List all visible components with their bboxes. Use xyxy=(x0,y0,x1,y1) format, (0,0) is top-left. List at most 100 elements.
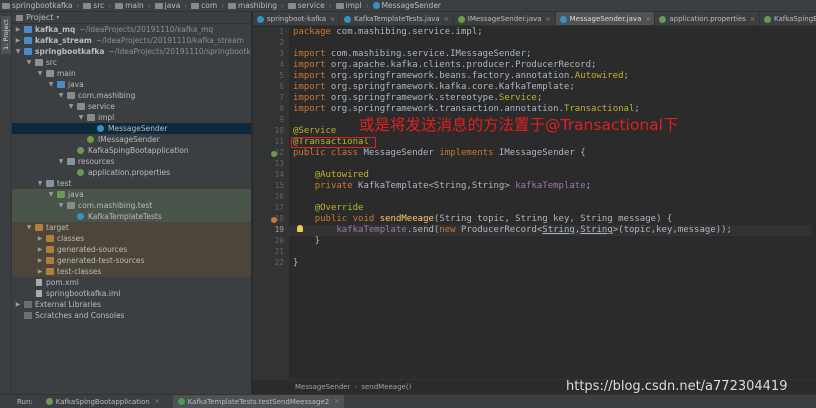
tree-item-com-mashibing-test[interactable]: ▼ com.mashibing.test xyxy=(12,200,251,211)
tree-item-application-properties[interactable]: application.properties xyxy=(12,167,251,178)
breadcrumb-item-java[interactable]: java xyxy=(154,1,180,10)
chevron-down-icon[interactable]: ▼ xyxy=(67,101,75,112)
chevron-down-icon[interactable]: ▼ xyxy=(25,57,33,68)
tab-springboot-kafka[interactable]: springboot-kafka × xyxy=(253,12,341,25)
tree-item-scratches[interactable]: Scratches and Consoles xyxy=(12,310,251,321)
code-line: public class MessageSender implements IM… xyxy=(293,148,586,158)
tree-item-generated-sources[interactable]: ▶ generated-sources xyxy=(12,244,251,255)
close-icon[interactable]: × xyxy=(334,398,339,405)
code-line: @Autowired xyxy=(314,170,369,180)
breadcrumb-item-main[interactable]: main xyxy=(115,1,144,10)
chevron-down-icon[interactable]: ▼ xyxy=(47,189,55,200)
close-icon[interactable]: × xyxy=(330,16,335,23)
chevron-down-icon[interactable]: ▾ xyxy=(56,14,59,21)
chevron-down-icon[interactable]: ▼ xyxy=(77,112,85,123)
chevron-down-icon[interactable]: ▼ xyxy=(57,90,65,101)
project-panel-header[interactable]: Project ▾ xyxy=(12,12,251,24)
chevron-down-icon[interactable]: ▼ xyxy=(25,222,33,233)
line-number: 15 xyxy=(274,181,284,190)
editor-breadcrumb-class[interactable]: MessageSender xyxy=(295,383,351,391)
tree-item-generated-test-sources[interactable]: ▶ generated-test-sources xyxy=(12,255,251,266)
chevron-right-icon[interactable]: ▶ xyxy=(36,255,44,266)
chevron-down-icon[interactable]: ▼ xyxy=(47,79,55,90)
code-line: import org.springframework.kafka.core.Ka… xyxy=(293,82,575,92)
tree-item-messagesender[interactable]: MessageSender xyxy=(12,123,251,134)
left-tool-strip: 1: Project xyxy=(0,12,12,394)
class-icon xyxy=(559,15,567,23)
tree-item-classes[interactable]: ▶ classes xyxy=(12,233,251,244)
chevron-right-icon: › xyxy=(108,1,112,10)
breadcrumb-item-impl[interactable]: impl xyxy=(335,1,362,10)
tree-item-impl[interactable]: ▼ impl xyxy=(12,112,251,123)
line-number: 1 xyxy=(279,27,284,36)
run-tab-test-send-message[interactable]: KafkaTemplateTests.testSendMeessage2 × xyxy=(172,394,345,408)
tree-item-external-libraries[interactable]: ▶ External Libraries xyxy=(12,299,251,310)
tree-item-java[interactable]: ▼ java xyxy=(12,79,251,90)
folder-icon xyxy=(228,2,236,9)
tree-item-main[interactable]: ▼ main xyxy=(12,68,251,79)
breadcrumb-item-project[interactable]: springbootkafka xyxy=(2,1,72,10)
folder-icon xyxy=(154,2,163,9)
tree-item-test-java[interactable]: ▼ java xyxy=(12,189,251,200)
tree-item-kafkatemplatetests[interactable]: KafkaTemplateTests xyxy=(12,211,251,222)
chevron-down-icon[interactable]: ▼ xyxy=(57,156,65,167)
chevron-right-icon[interactable]: ▶ xyxy=(14,24,22,35)
code-line: } xyxy=(293,258,299,268)
tree-item-service[interactable]: ▼ service xyxy=(12,101,251,112)
tab-imessagesender[interactable]: IMessageSender.java × xyxy=(454,12,556,25)
run-tab-kafkaspingbootapplication[interactable]: KafkaSpingBootapplication × xyxy=(41,395,165,408)
breadcrumb-item-com[interactable]: com xyxy=(191,1,217,10)
code-line: import org.springframework.beans.factory… xyxy=(293,71,629,81)
override-icon[interactable] xyxy=(271,217,277,223)
code-editor[interactable]: 1 2 3 4 5 6 7 8 9 10 11 12 13 14 15 16 1… xyxy=(253,27,816,379)
chevron-down-icon[interactable]: ▼ xyxy=(14,46,22,57)
tree-item-resources[interactable]: ▼ resources xyxy=(12,156,251,167)
close-icon[interactable]: × xyxy=(546,16,551,23)
tree-item-pom-xml[interactable]: pom.xml xyxy=(12,277,251,288)
tab-kafkaspingbootapplication[interactable]: KafkaSpingBootapplication.ja xyxy=(760,12,816,25)
chevron-right-icon[interactable]: ▶ xyxy=(14,299,22,310)
chevron-right-icon[interactable]: ▶ xyxy=(14,35,22,46)
tab-messagesender[interactable]: MessageSender.java × xyxy=(555,12,656,25)
close-icon[interactable]: × xyxy=(155,398,160,405)
breadcrumb-item-src[interactable]: src xyxy=(83,1,104,10)
tree-item-com-mashibing[interactable]: ▼ com.mashibing xyxy=(12,90,251,101)
tree-item-imessagesender[interactable]: IMessageSender xyxy=(12,134,251,145)
chevron-down-icon[interactable]: ▼ xyxy=(36,68,44,79)
breadcrumb-item-mashibing[interactable]: mashibing xyxy=(228,1,277,10)
tree-item-kafka-stream[interactable]: ▶ kafka_stream ~/IdeaProjects/20191110/kaf… xyxy=(12,35,251,46)
line-number-gutter[interactable]: 1 2 3 4 5 6 7 8 9 10 11 12 13 14 15 16 1… xyxy=(253,27,289,379)
tree-item-test-classes[interactable]: ▶ test-classes xyxy=(12,266,251,277)
annotation-note: 或是将发送消息的方法置于@Transactional下 xyxy=(359,116,679,134)
close-icon[interactable]: × xyxy=(444,16,449,23)
chevron-down-icon[interactable]: ▼ xyxy=(57,200,65,211)
spring-bean-icon[interactable] xyxy=(271,151,277,157)
spring-boot-class-icon xyxy=(763,15,771,23)
lightbulb-icon[interactable] xyxy=(297,225,303,232)
close-icon[interactable]: × xyxy=(645,16,650,23)
chevron-down-icon[interactable]: ▼ xyxy=(36,178,44,189)
tree-item-kafkaspingbootapplication[interactable]: KafkaSpingBootapplication xyxy=(12,145,251,156)
tree-item-target[interactable]: ▼ target xyxy=(12,222,251,233)
code-area[interactable]: package com.mashibing.service.impl; impo… xyxy=(289,27,816,379)
chevron-right-icon: › xyxy=(184,1,188,10)
tree-item-kafka-mq[interactable]: ▶ kafka_mq ~/IdeaProjects/20191110/kafka_m… xyxy=(12,24,251,35)
line-number: 12 xyxy=(274,148,284,157)
chevron-right-icon[interactable]: ▶ xyxy=(36,233,44,244)
package-icon xyxy=(77,103,85,110)
tree-item-springbootkafka[interactable]: ▼ springbootkafka ~/IdeaProjects/20191110/… xyxy=(12,46,251,57)
chevron-right-icon[interactable]: ▶ xyxy=(36,244,44,255)
tree-item-test[interactable]: ▼ test xyxy=(12,178,251,189)
project-tool-tab[interactable]: 1: Project xyxy=(1,16,11,54)
tab-kafkatemplatetests[interactable]: KafkaTemplateTests.java × xyxy=(340,12,454,25)
breadcrumb-item-class[interactable]: MessageSender xyxy=(372,1,441,10)
folder-icon xyxy=(2,2,10,9)
editor-breadcrumb-method[interactable]: sendMeeage() xyxy=(361,383,411,391)
tab-application-properties[interactable]: application.properties × xyxy=(655,12,760,25)
tree-item-src[interactable]: ▼ src xyxy=(12,57,251,68)
close-icon[interactable]: × xyxy=(750,16,755,23)
chevron-right-icon[interactable]: ▶ xyxy=(36,266,44,277)
tree-item-iml[interactable]: springbootkafka.iml xyxy=(12,288,251,299)
breadcrumb-item-service[interactable]: service xyxy=(287,1,325,10)
spring-boot-run-icon xyxy=(45,398,53,405)
